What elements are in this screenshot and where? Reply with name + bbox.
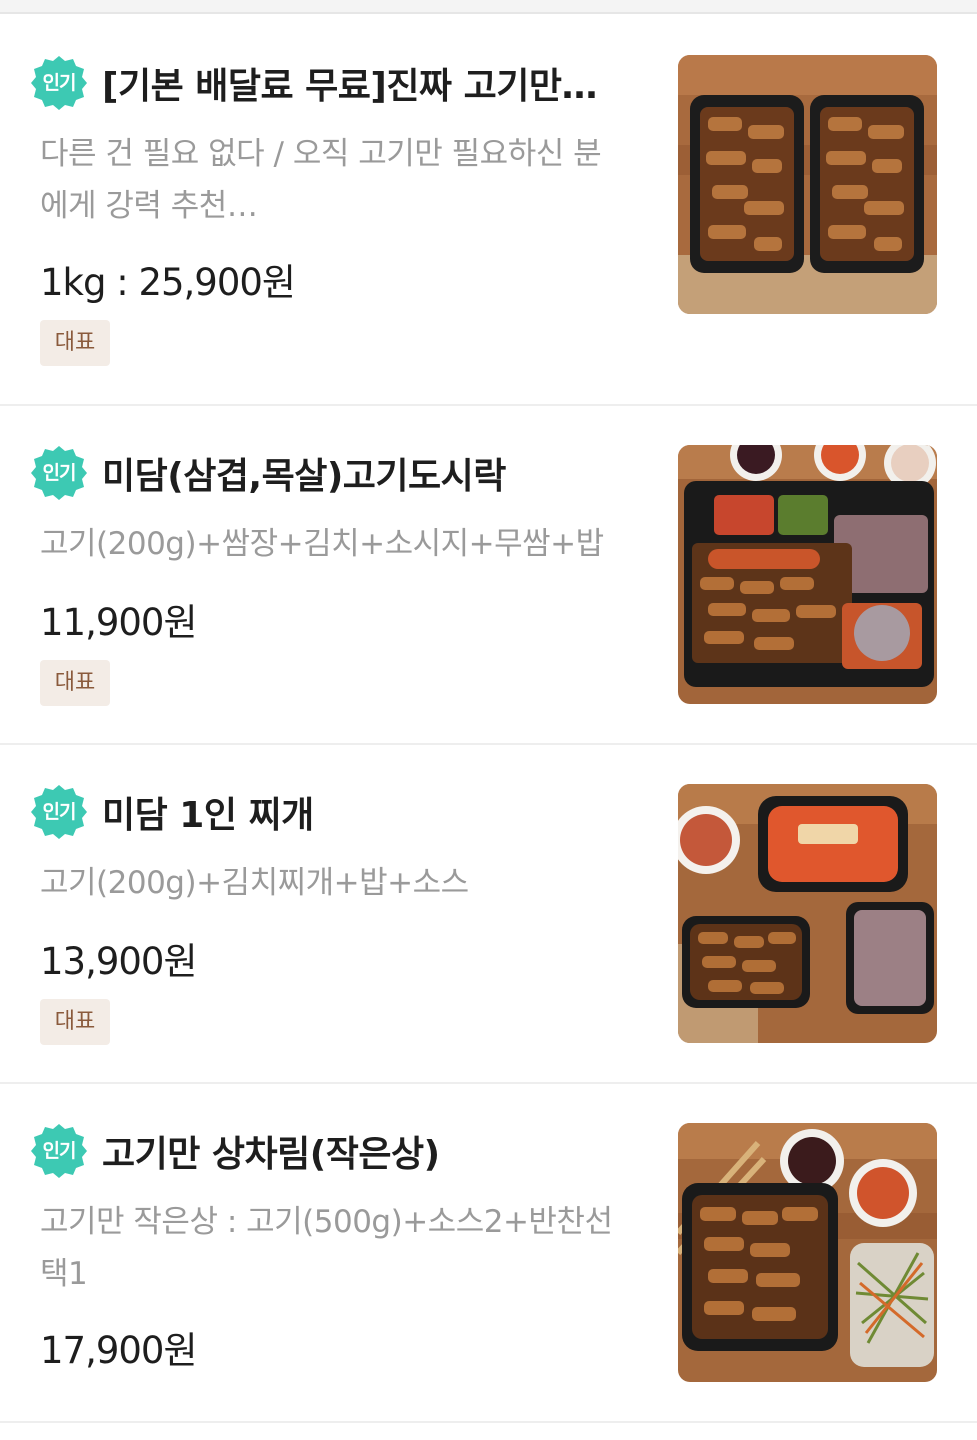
representative-tag: 대표 [40,999,110,1045]
menu-item-image[interactable] [678,445,937,704]
menu-item-title: 고기만 상차림(작은상) [102,1134,440,1175]
menu-item-title-row: 인기 미담 1인 찌개 [30,783,650,841]
menu-item[interactable]: 인기 미담(삼겹,목살)고기도시락 고기(200g)+쌈장+김치+소시지+무쌈+… [0,406,977,745]
representative-tag: 대표 [40,320,110,366]
menu-item-description: 다른 건 필요 없다 / 오직 고기만 필요하신 분 에게 강력 추천… [40,136,602,224]
top-divider [0,0,977,14]
popular-badge: 인기 [30,444,88,502]
menu-item-image[interactable] [678,55,937,314]
menu-item-title: [기본 배달료 무료]진짜 고기만… [102,66,597,107]
menu-item-description: 고기(200g)+쌈장+김치+소시지+무쌈+밥 [40,526,604,562]
menu-item-description: 고기만 작은상 : 고기(500g)+소스2+반찬선 택1 [40,1204,613,1292]
popular-badge: 인기 [30,783,88,841]
menu-item-price: 17,900원 [40,1329,198,1372]
menu-item-title: 미담 1인 찌개 [102,795,314,836]
menu-item-image[interactable] [678,1123,937,1382]
menu-item-price: 1kg : 25,900원 [40,261,296,304]
representative-tag: 대표 [40,660,110,706]
menu-item-price: 11,900원 [40,601,198,644]
popular-badge: 인기 [30,54,88,112]
menu-item[interactable]: 인기 [기본 배달료 무료]진짜 고기만… 다른 건 필요 없다 / 오직 고기… [0,16,977,406]
menu-item-title-row: 인기 [기본 배달료 무료]진짜 고기만… [30,54,650,112]
menu-item[interactable]: 인기 고기만 상차림(작은상) 고기만 작은상 : 고기(500g)+소스2+반… [0,1084,977,1423]
menu-item-image[interactable] [678,784,937,1043]
popular-badge: 인기 [30,1122,88,1180]
menu-item-description: 고기(200g)+김치찌개+밥+소스 [40,865,469,901]
menu-item-title-row: 인기 미담(삼겹,목살)고기도시락 [30,444,650,502]
menu-item-title: 미담(삼겹,목살)고기도시락 [102,456,506,497]
menu-item-title-row: 인기 고기만 상차림(작은상) [30,1122,650,1180]
menu-item[interactable]: 인기 미담 1인 찌개 고기(200g)+김치찌개+밥+소스 13,900원 대… [0,745,977,1084]
menu-item-price: 13,900원 [40,940,198,983]
